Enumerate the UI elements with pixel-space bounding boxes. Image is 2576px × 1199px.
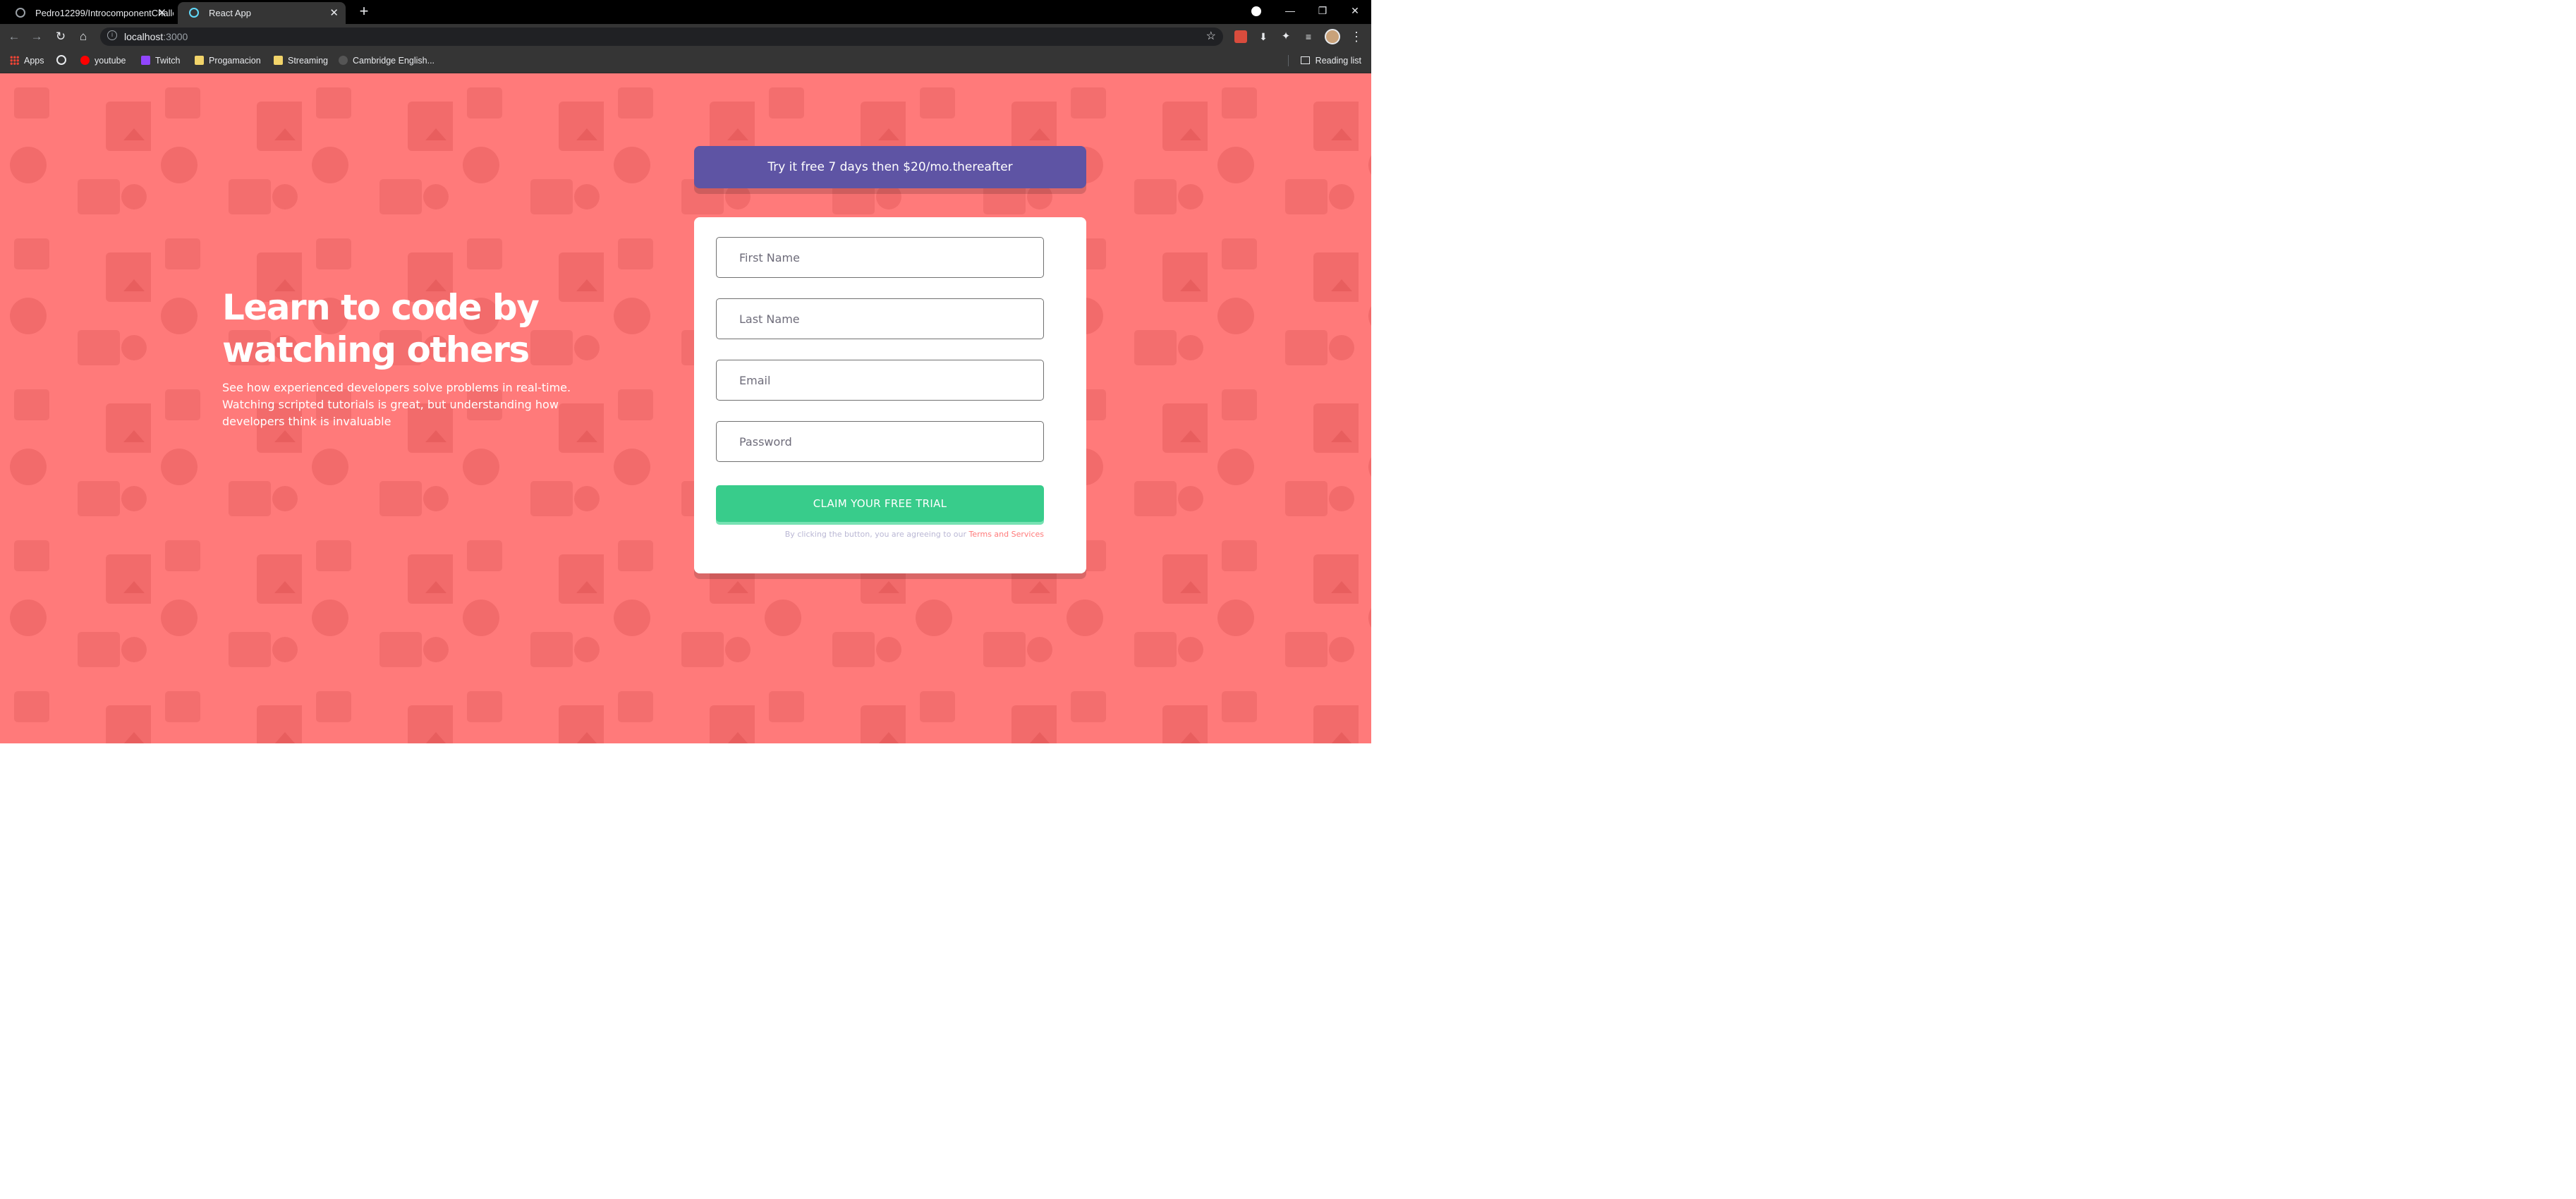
tab-strip: Pedro12299/IntrocomponentChallen ✕ React… xyxy=(0,0,1371,24)
extension-icon[interactable] xyxy=(1234,30,1247,43)
folder-icon xyxy=(274,56,283,65)
restore-icon[interactable]: ❐ xyxy=(1306,0,1339,21)
bookmark-twitch[interactable]: Twitch xyxy=(141,49,180,72)
reading-list-button[interactable]: Reading list xyxy=(1300,49,1361,72)
trial-banner: Try it free 7 days then $20/mo.thereafte… xyxy=(694,146,1086,188)
apps-grid-icon xyxy=(10,56,19,65)
home-icon[interactable]: ⌂ xyxy=(75,28,92,45)
reload-icon[interactable]: ↻ xyxy=(52,28,69,45)
url-text: localhost:3000 xyxy=(124,31,188,42)
claim-free-trial-button[interactable]: CLAIM YOUR FREE TRIAL xyxy=(716,485,1044,522)
first-name-field[interactable] xyxy=(716,237,1044,278)
window-controls: — ❐ ✕ xyxy=(1274,0,1371,21)
background-pattern xyxy=(0,73,1371,743)
minimize-icon[interactable]: — xyxy=(1274,0,1306,21)
bookmark-cambridge[interactable]: Cambridge English... xyxy=(339,49,435,72)
google-icon xyxy=(56,55,66,65)
bookmark-progamacion[interactable]: Progamacion xyxy=(195,49,261,72)
record-icon[interactable] xyxy=(1251,6,1261,16)
kebab-menu-icon[interactable]: ⋮ xyxy=(1350,28,1363,45)
puzzle-icon[interactable]: ✦ xyxy=(1280,30,1292,43)
page-viewport: Learn to code by watching others See how… xyxy=(0,73,1371,743)
close-window-icon[interactable]: ✕ xyxy=(1339,0,1371,21)
bookmark-star-icon[interactable]: ☆ xyxy=(1206,28,1216,46)
bookmark-youtube[interactable]: youtube xyxy=(80,49,126,72)
close-tab-icon[interactable]: ✕ xyxy=(329,2,339,24)
terms-notice: By clicking the button, you are agreeing… xyxy=(716,530,1044,539)
tab-title: React App xyxy=(209,8,251,18)
folder-icon xyxy=(195,56,204,65)
forward-icon[interactable]: → xyxy=(28,28,45,45)
tab-github[interactable]: Pedro12299/IntrocomponentChallen ✕ xyxy=(4,2,174,24)
youtube-icon xyxy=(80,56,90,65)
email-field[interactable] xyxy=(716,360,1044,401)
last-name-field[interactable] xyxy=(716,298,1044,339)
browser-toolbar: ← → ↻ ⌂ i localhost:3000 ☆ ⬇ ✦ ≡ ⋮ xyxy=(0,24,1371,49)
password-field[interactable] xyxy=(716,421,1044,462)
site-info-icon[interactable]: i xyxy=(107,30,117,40)
github-icon xyxy=(16,8,25,18)
reading-list-icon xyxy=(1300,56,1310,64)
bookmarks-bar: Apps youtube Twitch Progamacion Streamin… xyxy=(0,49,1371,73)
bookmark-apps[interactable]: Apps xyxy=(10,49,44,72)
terms-notice-text: By clicking the button, you are agreeing… xyxy=(784,530,969,539)
hero-title: Learn to code by watching others xyxy=(222,287,540,370)
hero-section: Learn to code by watching others See how… xyxy=(222,286,589,430)
download-icon[interactable]: ⬇ xyxy=(1257,30,1270,43)
address-bar[interactable]: i localhost:3000 ☆ xyxy=(100,28,1223,46)
signup-form: CLAIM YOUR FREE TRIAL By clicking the bu… xyxy=(694,217,1086,573)
cambridge-icon xyxy=(339,56,348,65)
bookmark-google[interactable] xyxy=(56,49,71,72)
close-tab-icon[interactable]: ✕ xyxy=(157,2,166,24)
twitch-icon xyxy=(141,56,150,65)
back-icon[interactable]: ← xyxy=(6,28,23,45)
plus-icon[interactable]: + xyxy=(354,1,374,21)
hero-description: See how experienced developers solve pro… xyxy=(222,381,571,428)
react-icon xyxy=(189,8,199,18)
avatar[interactable] xyxy=(1325,29,1340,44)
terms-link[interactable]: Terms and Services xyxy=(969,530,1044,539)
browser-window: Pedro12299/IntrocomponentChallen ✕ React… xyxy=(0,0,1371,743)
tab-react-app[interactable]: React App ✕ xyxy=(178,2,346,24)
tab-title: Pedro12299/IntrocomponentChallen xyxy=(35,8,174,18)
media-control-icon[interactable]: ≡ xyxy=(1302,30,1315,43)
divider xyxy=(1288,55,1289,66)
bookmark-streaming[interactable]: Streaming xyxy=(274,49,328,72)
